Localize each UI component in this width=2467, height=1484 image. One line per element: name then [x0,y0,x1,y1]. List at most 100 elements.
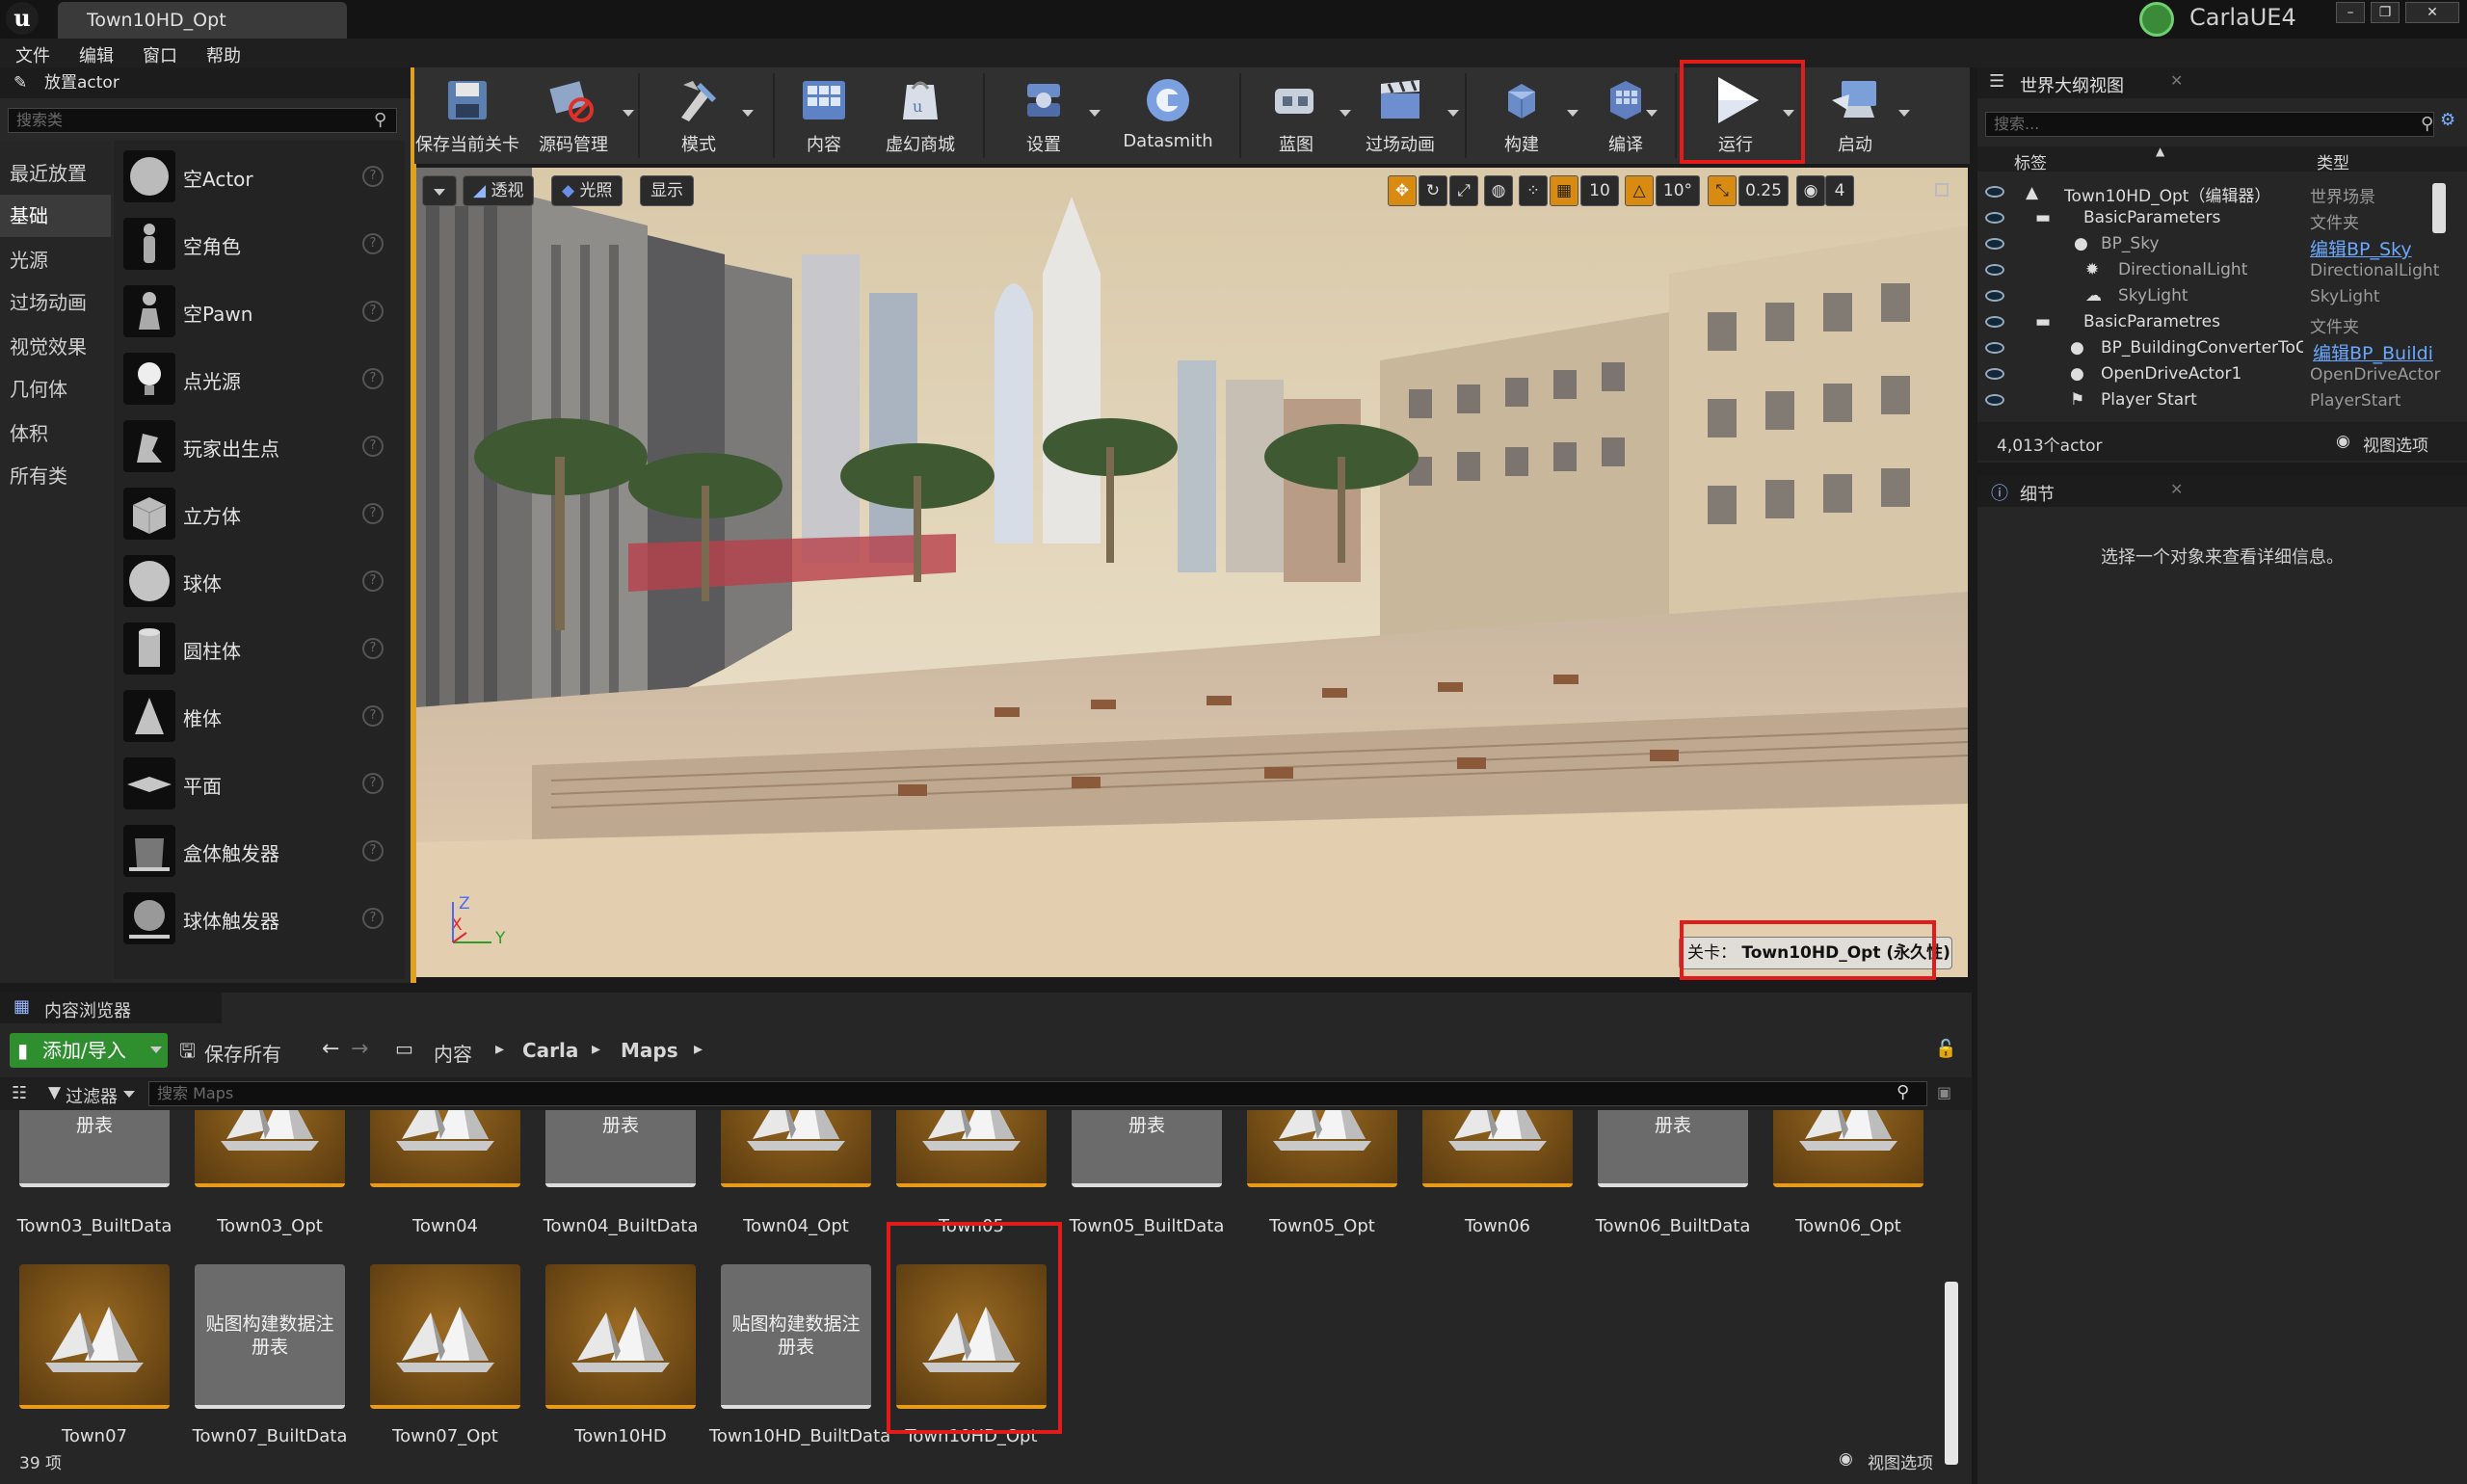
asset-tile[interactable]: 贴图构建数据注册表 [1598,1110,1748,1187]
actor-item[interactable]: 玩家出生点 ? [119,414,397,478]
chevron-down-icon[interactable] [1089,110,1101,117]
viewport-options-button[interactable] [422,175,457,206]
chevron-down-icon[interactable] [123,1091,135,1098]
outliner-row[interactable]: ⚑ Player Start PlayerStart [1977,387,2467,413]
save-level-button[interactable]: 保存当前关卡 [414,73,520,160]
asset-tile[interactable]: 贴图构建数据注册表 [19,1110,170,1187]
menu-help[interactable]: 帮助 [206,42,241,67]
view-options-button[interactable]: 视图选项 [1868,1449,1933,1473]
surface-snap-icon[interactable]: ⁘ [1519,175,1548,206]
category-basic[interactable]: 基础 [0,195,111,237]
asset-tile[interactable] [1247,1110,1397,1187]
grid-snap-value[interactable]: 10 [1580,175,1619,206]
outliner-row[interactable]: ✹ DirectionalLight DirectionalLight [1977,257,2467,283]
launch-button[interactable]: 启动 [1802,73,1908,160]
close-tab-icon[interactable]: ✕ [2170,480,2183,498]
build-button[interactable]: 构建 [1469,73,1575,160]
breadcrumb-separator-icon[interactable]: ▸ [694,1039,703,1059]
actor-item[interactable]: 球体 ? [119,549,397,613]
asset-tile[interactable]: 贴图构建数据注册表 [1072,1110,1222,1187]
breadcrumb-maps[interactable]: Maps [621,1039,678,1062]
help-icon[interactable]: ? [362,233,384,254]
outliner-options-icon[interactable]: ⚙ [2440,110,2463,135]
scale-tool-icon[interactable]: ⤢ [1449,175,1478,206]
column-label-header[interactable]: 标签 [2014,149,2047,173]
level-tab[interactable]: Town10HD_Opt [58,2,347,39]
help-icon[interactable]: ? [362,166,384,187]
eye-icon[interactable] [1985,290,2004,302]
asset-tile[interactable] [545,1264,696,1409]
help-icon[interactable]: ? [362,773,384,794]
eye-icon[interactable] [1985,342,2004,354]
translate-tool-icon[interactable]: ✥ [1388,175,1417,206]
chevron-down-icon[interactable] [1898,110,1910,117]
asset-tile[interactable]: 贴图构建数据注册表 [721,1264,871,1409]
search-icon[interactable]: ⚲ [374,110,386,130]
help-icon[interactable]: ? [362,368,384,389]
category-lights[interactable]: 光源 [10,239,106,281]
asset-tile[interactable] [370,1110,520,1187]
asset-tile[interactable]: 贴图构建数据注册表 [195,1264,345,1409]
search-icon[interactable]: ⚲ [1897,1082,1909,1102]
add-import-button[interactable]: ▮ 添加/导入 [10,1033,168,1068]
category-recent[interactable]: 最近放置 [10,152,106,195]
eye-icon[interactable] [1985,212,2004,224]
category-all-classes[interactable]: 所有类 [10,455,106,497]
compile-button[interactable]: 编译 [1573,73,1679,160]
asset-tile[interactable] [721,1110,871,1187]
blueprints-button[interactable]: 蓝图 [1243,73,1349,160]
minimize-icon[interactable]: – [2336,2,2365,23]
asset-tile[interactable] [896,1110,1047,1187]
content-scrollbar[interactable] [1945,1282,1958,1465]
help-icon[interactable]: ? [362,503,384,524]
help-icon[interactable]: ? [362,570,384,592]
sources-panel-icon[interactable]: ☷ [12,1083,27,1103]
filters-button[interactable]: 过滤器 [66,1083,118,1108]
chevron-down-icon[interactable] [1447,110,1459,117]
outliner-scrollbar[interactable] [2432,183,2446,233]
help-icon[interactable]: ? [362,840,384,861]
eye-icon[interactable] [1985,238,2004,250]
help-icon[interactable]: ? [362,436,384,457]
maximize-icon[interactable]: ❐ [2371,2,2400,23]
actor-item[interactable]: 立方体 ? [119,482,397,545]
back-arrow-icon[interactable]: ← [322,1037,339,1061]
asset-tile[interactable] [195,1110,345,1187]
eye-icon[interactable] [1985,316,2004,328]
view-options-button[interactable]: 视图选项 [2363,432,2428,456]
close-icon[interactable]: ✕ [2405,2,2459,23]
rotate-tool-icon[interactable]: ↻ [1419,175,1447,206]
scale-snap-icon[interactable]: ⤡ [1708,175,1737,206]
asset-tile[interactable]: 贴图构建数据注册表 [545,1110,696,1187]
actor-item[interactable]: 圆柱体 ? [119,617,397,680]
chevron-down-icon[interactable] [742,110,754,117]
close-tab-icon[interactable]: ✕ [2170,71,2183,90]
camera-speed-value[interactable]: 4 [1825,175,1854,206]
cinematics-button[interactable]: 过场动画 [1347,73,1453,160]
eye-icon[interactable] [1985,264,2004,276]
search-icon[interactable]: ⚲ [2421,114,2433,134]
category-volumes[interactable]: 体积 [10,412,106,455]
help-icon[interactable]: ? [362,638,384,659]
folder-icon[interactable]: ▭ [395,1037,413,1060]
outliner-row[interactable]: ☁ SkyLight SkyLight [1977,283,2467,309]
help-icon[interactable]: ? [362,705,384,727]
marketplace-button[interactable]: u 虚幻商城 [867,73,973,160]
asset-tile[interactable] [1773,1110,1923,1187]
chevron-down-icon[interactable] [623,110,634,117]
actor-item[interactable]: 平面 ? [119,752,397,815]
eye-icon[interactable] [1985,394,2004,406]
world-local-icon[interactable]: ◍ [1484,175,1513,206]
asset-search-input[interactable]: 搜索 Maps [148,1081,1927,1106]
settings-button[interactable]: 设置 [991,73,1097,160]
eye-icon[interactable] [1985,368,2004,380]
outliner-row[interactable]: ▲ Town10HD_Opt（编辑器） 世界场景 [1977,179,2467,207]
column-type-header[interactable]: 类型 [2317,149,2349,173]
outliner-row[interactable]: ● BP_Sky 编辑BP_Sky [1977,231,2467,260]
asset-tile[interactable] [19,1264,170,1409]
actor-item[interactable]: 空Actor ? [119,145,397,208]
outliner-row[interactable]: ● BP_BuildingConverterToCo 编辑BP_Buildi [1977,335,2467,364]
rotation-snap-value[interactable]: 10° [1656,175,1700,206]
menu-window[interactable]: 窗口 [143,42,177,67]
camera-speed-icon[interactable]: ◉ [1796,175,1825,206]
